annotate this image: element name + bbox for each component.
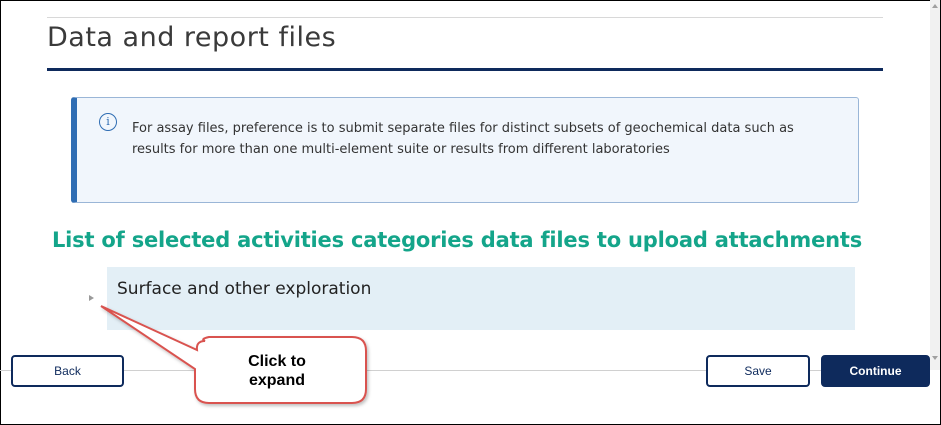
save-button[interactable]: Save [706,355,810,387]
continue-button[interactable]: Continue [821,355,930,387]
back-button[interactable]: Back [11,355,124,387]
callout-text: Click to expand [248,353,306,389]
